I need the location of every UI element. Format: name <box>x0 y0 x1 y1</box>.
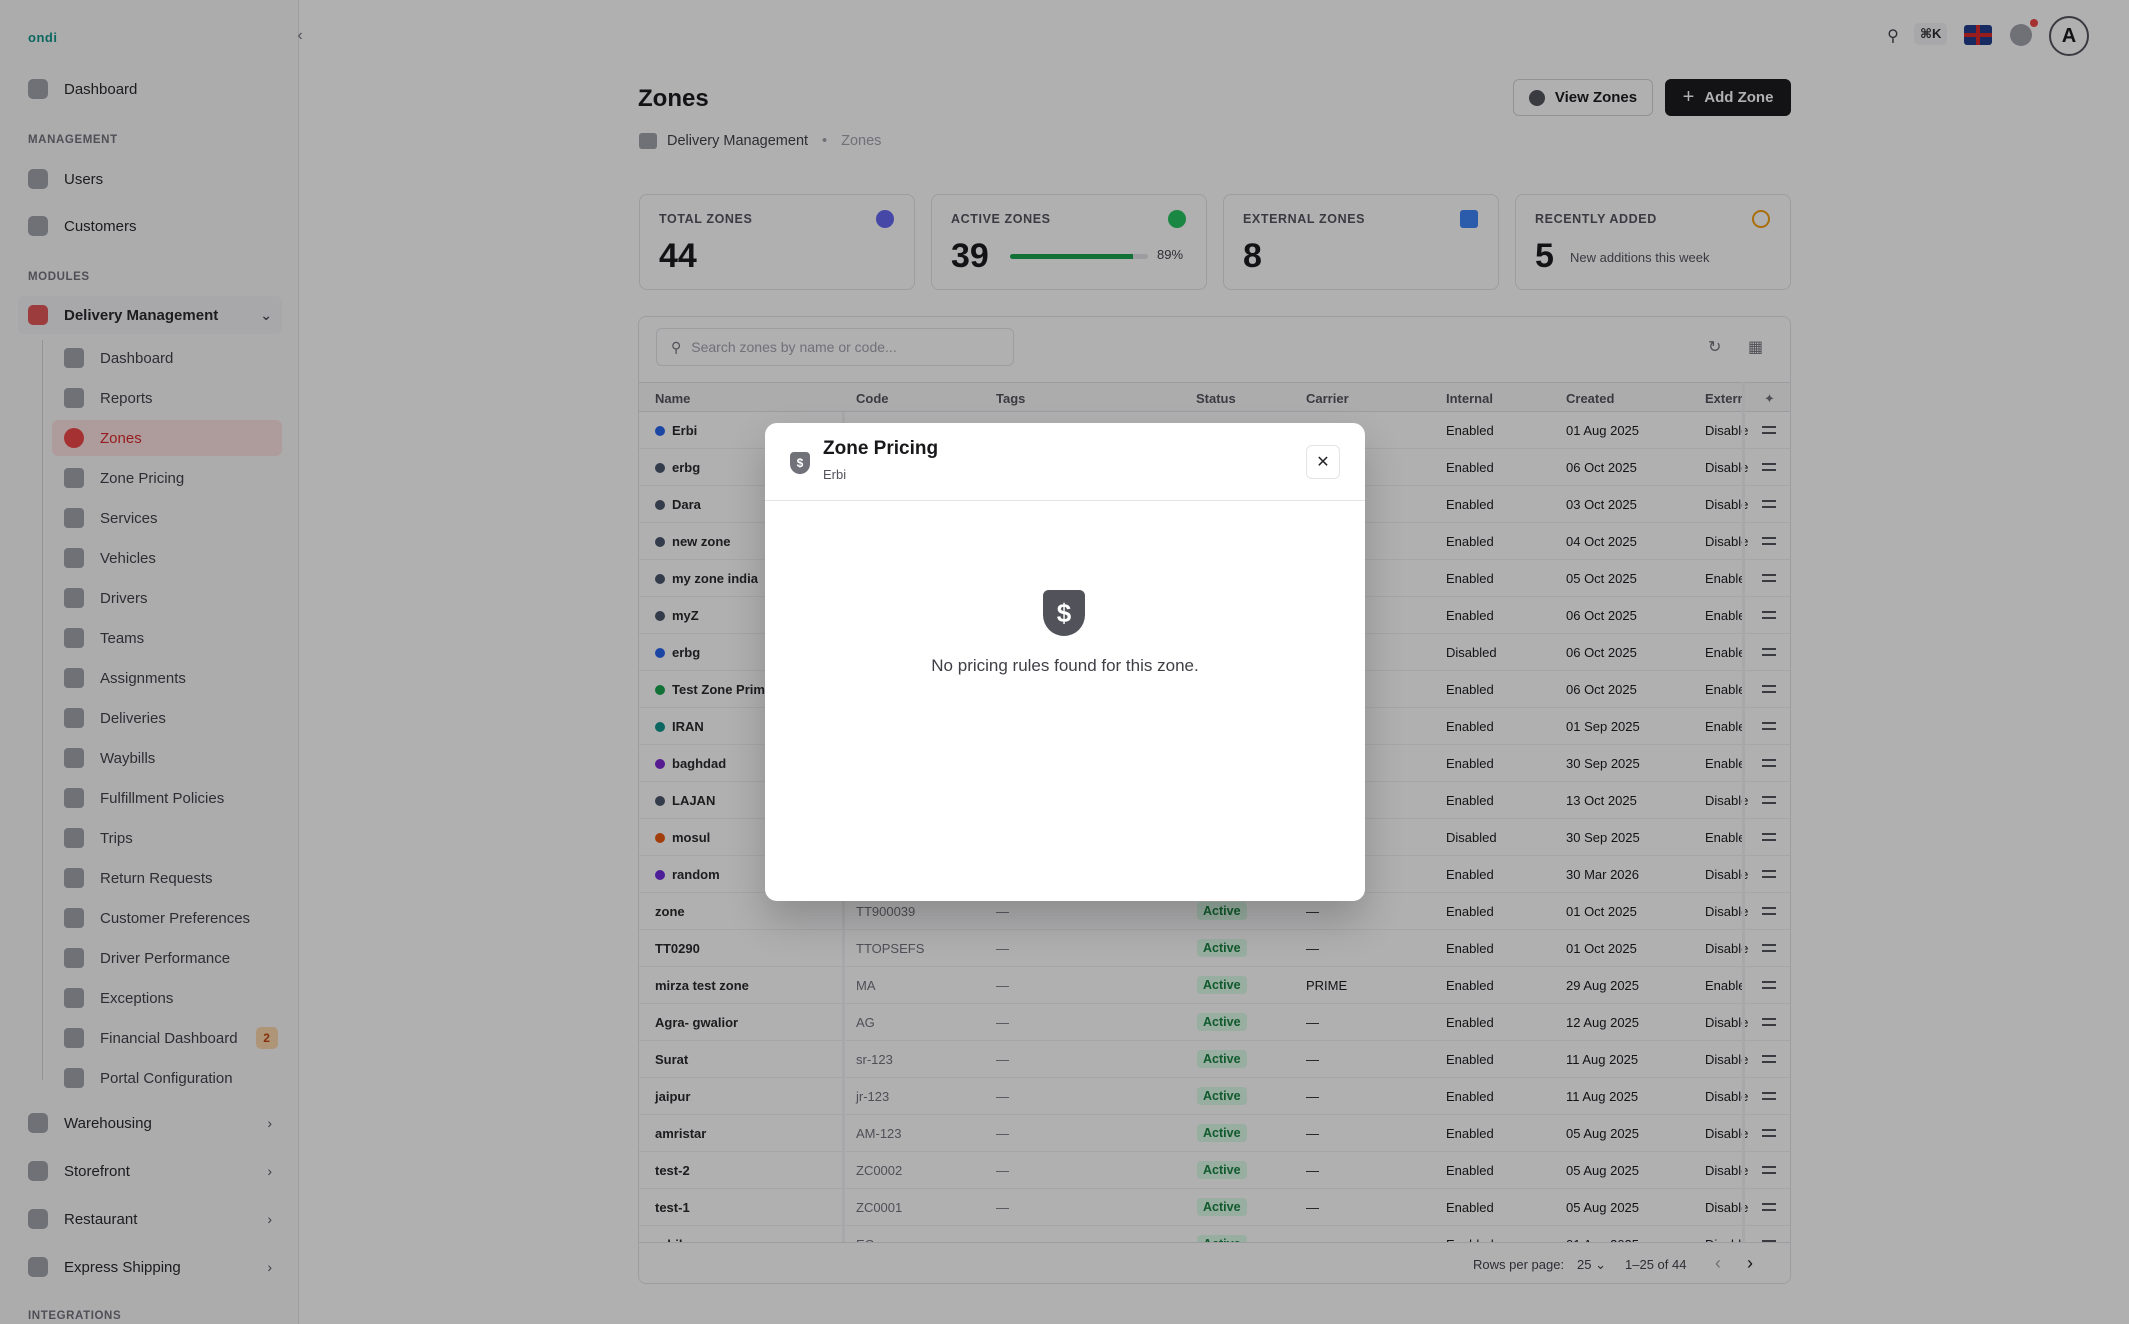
shield-dollar-icon: $ <box>790 452 810 474</box>
modal-header: $ Zone Pricing Erbi ✕ <box>765 423 1365 501</box>
modal-title: Zone Pricing <box>823 438 939 459</box>
close-icon: ✕ <box>1316 454 1330 471</box>
zone-pricing-modal: $ Zone Pricing Erbi ✕ $ No pricing rules… <box>765 423 1365 901</box>
empty-state-text: No pricing rules found for this zone. <box>931 656 1199 675</box>
shield-dollar-icon: $ <box>1043 590 1085 636</box>
modal-subtitle: Erbi <box>823 467 847 482</box>
close-button[interactable]: ✕ <box>1306 445 1340 479</box>
